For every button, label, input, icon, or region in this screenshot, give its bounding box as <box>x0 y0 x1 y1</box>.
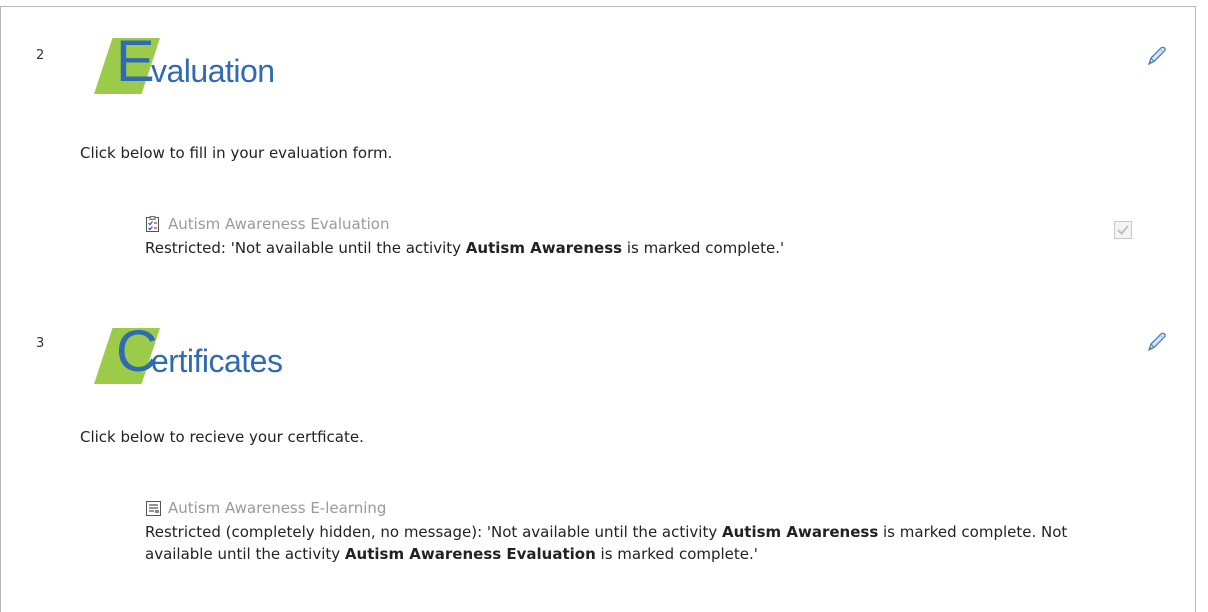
section-banner-certificates: C ertificates <box>94 320 354 384</box>
section-summary: Click below to recieve your certficate. <box>80 428 364 446</box>
course-section-3: 3 C ertificates Click below to recieve y… <box>0 290 1196 612</box>
restriction-info: Restricted (completely hidden, no messag… <box>145 521 1075 565</box>
activity-elearning: Autism Awareness E-learning Restricted (… <box>145 498 1075 565</box>
section-summary: Click below to fill in your evaluation f… <box>80 144 393 162</box>
completion-checkbox[interactable] <box>1114 221 1132 239</box>
restriction-text: is marked complete.' <box>595 545 758 563</box>
banner-initial: E <box>116 29 155 94</box>
section-number: 3 <box>36 336 45 351</box>
scorm-package-icon <box>146 500 161 516</box>
restriction-text: Restricted: 'Not available until the act… <box>145 239 466 257</box>
banner-title: valuation <box>151 53 275 89</box>
restriction-text: is marked complete.' <box>622 239 785 257</box>
edit-summary-pencil-icon[interactable] <box>1144 330 1168 354</box>
edit-summary-pencil-icon[interactable] <box>1144 44 1168 68</box>
restriction-info: Restricted: 'Not available until the act… <box>145 237 1075 259</box>
restriction-activity-name: Autism Awareness <box>722 523 879 541</box>
activity-name: Autism Awareness Evaluation <box>168 215 390 233</box>
activity-link[interactable]: Autism Awareness Evaluation <box>145 214 1075 234</box>
activity-name: Autism Awareness E-learning <box>168 499 387 517</box>
restriction-text: Restricted (completely hidden, no messag… <box>145 523 722 541</box>
activity-link[interactable]: Autism Awareness E-learning <box>145 498 1075 518</box>
section-banner-evaluation: E valuation <box>94 30 334 94</box>
feedback-icon <box>146 215 159 232</box>
course-section-2: 2 E valuation Click below to fill in you… <box>0 0 1196 290</box>
check-icon <box>1117 225 1129 235</box>
restriction-activity-name: Autism Awareness Evaluation <box>344 545 596 563</box>
restriction-activity-name: Autism Awareness <box>465 239 623 257</box>
activity-evaluation: Autism Awareness Evaluation Restricted: … <box>145 214 1075 259</box>
section-number: 2 <box>36 48 45 63</box>
banner-title: ertificates <box>151 343 283 379</box>
